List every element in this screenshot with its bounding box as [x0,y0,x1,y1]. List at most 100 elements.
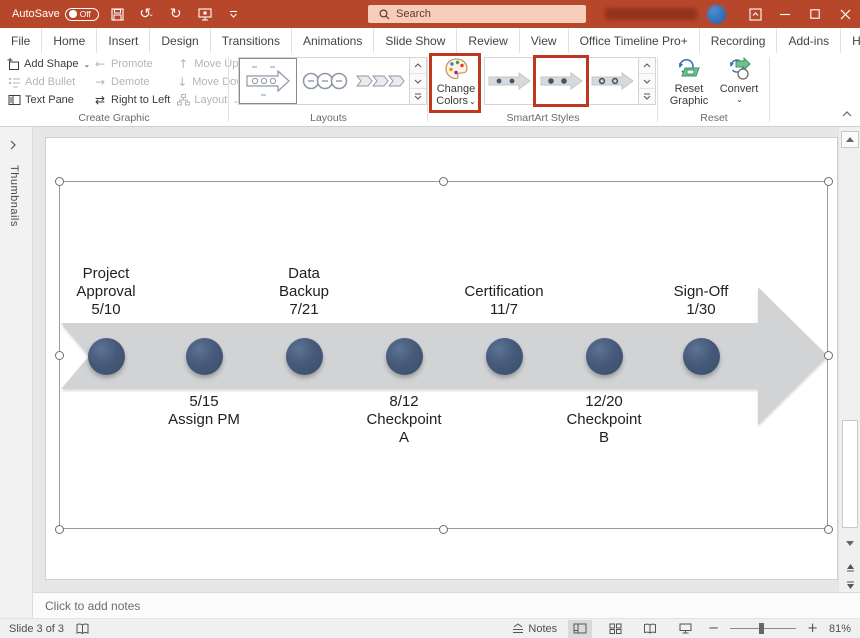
layout-thumb-chevrons[interactable] [353,58,409,104]
thumbnails-pane-collapsed[interactable]: Thumbnails [0,127,33,618]
user-avatar[interactable] [707,5,726,24]
tab-add-ins[interactable]: Add-ins [777,28,841,53]
customize-qat-button[interactable] [224,3,244,25]
notes-placeholder[interactable]: Click to add notes [45,599,140,613]
style-thumb-3[interactable] [587,58,638,104]
promote-button[interactable]: ← Promote [90,55,173,73]
start-slideshow-button[interactable] [195,3,215,25]
autosave-toggle[interactable]: AutoSave Off [12,8,99,21]
scroll-down-button[interactable] [841,535,859,552]
add-shape-label: Add Shape [24,58,78,70]
styles-scroll-up-button[interactable] [639,58,655,74]
autosave-switch[interactable]: Off [65,8,99,21]
normal-view-button[interactable] [568,620,592,638]
zoom-slider-thumb[interactable] [759,623,764,634]
convert-icon [726,55,752,83]
layout-label: Layout [194,94,227,106]
ribbon-display-options-button[interactable] [740,0,770,28]
layouts-scroll-up-button[interactable] [410,58,426,74]
style-thumb-2[interactable] [536,58,588,104]
right-to-left-button[interactable]: ⇄ Right to Left [90,91,173,109]
search-box[interactable]: Search [368,5,586,23]
styles-scroll-down-button[interactable] [639,74,655,90]
tab-slide-show[interactable]: Slide Show [374,28,457,53]
add-bullet-button[interactable]: Add Bullet [4,73,90,91]
selection-handle[interactable] [824,525,833,534]
tab-transitions[interactable]: Transitions [211,28,292,53]
group-label-layouts: Layouts [230,112,427,124]
layout-thumb-timeline-selected[interactable] [239,58,297,104]
undo-dropdown-icon[interactable]: ⌄ [148,10,154,18]
redo-button[interactable]: ↻ [166,3,186,25]
smartart-selection-border[interactable] [59,181,828,529]
tab-insert[interactable]: Insert [97,28,150,53]
change-colors-icon [444,55,469,83]
selection-handle[interactable] [55,177,64,186]
minimize-button[interactable] [770,0,800,28]
add-shape-icon [7,58,20,71]
collapse-ribbon-icon [842,111,852,117]
tab-office-timeline-pro-[interactable]: Office Timeline Pro+ [569,28,700,53]
save-button[interactable] [108,3,128,25]
zoom-slider[interactable] [730,628,796,629]
selection-handle[interactable] [55,351,64,360]
zoom-level[interactable]: 81% [829,623,851,635]
group-smartart-styles: Change Colors⌄ [429,53,657,127]
change-colors-label: Change Colors⌄ [433,83,479,108]
add-bullet-label: Add Bullet [25,76,75,88]
style-thumb-1[interactable] [485,58,536,104]
slide-sorter-view-button[interactable] [603,620,627,638]
slideshow-view-button[interactable] [673,620,697,638]
tab-animations[interactable]: Animations [292,28,374,53]
add-bullet-icon [7,76,21,89]
zoom-out-button[interactable]: − [708,621,719,636]
spellcheck-icon[interactable] [76,623,89,635]
layout-thumb-circles[interactable] [297,58,353,104]
demote-button[interactable]: → Demote [90,73,173,91]
tab-help[interactable]: Help [841,28,860,53]
vertical-scrollbar[interactable] [838,127,860,592]
reading-view-button[interactable] [638,620,662,638]
notes-pane[interactable]: Click to add notes [33,592,860,618]
styles-more-button[interactable] [639,89,655,104]
thumbnails-pane-label: Thumbnails [8,165,20,227]
autosave-label: AutoSave [12,8,60,20]
tab-home[interactable]: Home [42,28,97,53]
layouts-more-button[interactable] [410,89,426,104]
expand-thumbnails-icon[interactable] [10,137,16,155]
tab-review[interactable]: Review [457,28,519,53]
style-2-icon [539,68,585,94]
title-bar: AutoSave Off ↺ ⌄ ↻ [0,0,860,28]
add-shape-button[interactable]: Add Shape ⌄ [4,55,90,73]
layouts-gallery-scroll [409,58,426,104]
notes-toggle-button[interactable]: Notes [512,623,557,635]
selection-handle[interactable] [439,177,448,186]
text-pane-button[interactable]: Text Pane [4,91,90,109]
change-colors-dropdown-icon[interactable]: ⌄ [469,97,476,106]
reset-graphic-icon [676,55,702,83]
convert-dropdown-icon[interactable]: ⌄ [736,95,743,104]
selection-handle[interactable] [824,177,833,186]
scroll-up-button[interactable] [841,131,859,148]
previous-slide-button[interactable] [841,559,859,576]
powerpoint-window: AutoSave Off ↺ ⌄ ↻ [0,0,860,638]
demote-icon: → [93,76,107,88]
undo-button[interactable]: ↺ ⌄ [137,3,157,25]
tab-view[interactable]: View [520,28,569,53]
right-to-left-label: Right to Left [111,94,170,106]
close-button[interactable] [830,0,860,28]
slide-canvas[interactable]: ProjectApproval5/105/15Assign PMDataBack… [45,137,838,580]
scrollbar-thumb[interactable] [842,420,858,528]
selection-handle[interactable] [55,525,64,534]
maximize-button[interactable] [800,0,830,28]
tab-recording[interactable]: Recording [700,28,778,53]
selection-handle[interactable] [439,525,448,534]
selection-handle[interactable] [824,351,833,360]
layouts-scroll-down-button[interactable] [410,74,426,90]
zoom-in-button[interactable]: + [807,621,818,636]
tab-design[interactable]: Design [150,28,210,53]
slide-indicator[interactable]: Slide 3 of 3 [9,623,64,635]
group-label-create-graphic: Create Graphic [0,112,228,124]
tab-file[interactable]: File [0,28,42,53]
collapse-ribbon-button[interactable] [842,104,852,122]
